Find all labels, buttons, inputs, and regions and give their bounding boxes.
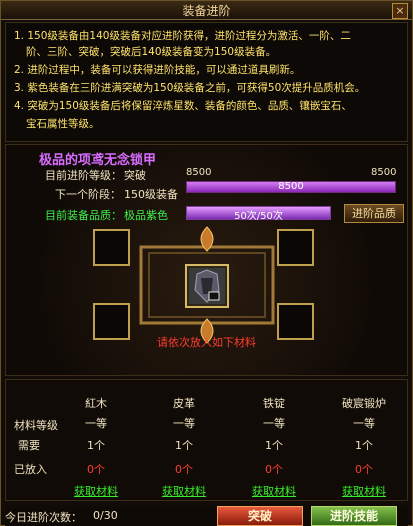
next-stage-value: 150级装备: [124, 188, 178, 201]
note-line-1: 1. 150级装备由140级装备对应进阶获得，进阶过程分为激活、一阶、二: [14, 30, 351, 42]
notes-panel: 1. 150级装备由140级装备对应进阶获得，进阶过程分为激活、一阶、二 阶、三…: [5, 22, 408, 142]
quality-bar-text: 50次/50次: [234, 211, 283, 222]
advance-progress-bar: 8500: [186, 181, 396, 193]
material-name-3: 铁锭: [263, 397, 285, 410]
get-material-link-4[interactable]: 获取材料: [336, 483, 392, 499]
advance-progress-text: 8500: [278, 181, 304, 192]
row-label-have: 已放入: [14, 463, 47, 476]
quality-label: 目前装备品质：: [45, 209, 122, 222]
note-line-3: 2. 进阶过程中，装备可以获得进阶技能，可以通过道具刷新。: [14, 64, 301, 76]
equipment-slot[interactable]: [185, 264, 229, 308]
material-need-1: 1个: [87, 439, 105, 452]
quality-value: 极品紫色: [124, 209, 168, 222]
material-need-3: 1个: [265, 439, 283, 452]
equipment-name: 极品的项鸢无念锁甲: [39, 153, 157, 168]
material-have-2: 0个: [175, 463, 193, 476]
daily-count-label: 今日进阶次数：: [5, 511, 82, 524]
advance-skill-button[interactable]: 进阶技能: [311, 506, 397, 526]
advance-quality-button[interactable]: 进阶品质: [344, 204, 404, 223]
material-level-1: 一等: [85, 417, 107, 430]
material-name-1: 紅木: [85, 397, 107, 410]
row-label-need: 需要: [18, 439, 40, 452]
material-level-4: 一等: [353, 417, 375, 430]
note-line-4: 3. 紫色装备在三阶进满突破为150级装备之前，可获得50次提升品质机会。: [14, 82, 366, 94]
material-need-4: 1个: [355, 439, 373, 452]
material-slot-2[interactable]: [277, 229, 314, 266]
material-level-3: 一等: [263, 417, 285, 430]
quality-bar: 50次/50次: [186, 206, 331, 222]
material-have-1: 0个: [87, 463, 105, 476]
current-stage-value: 突破: [124, 169, 146, 182]
row-label-level: 材料等级: [14, 419, 58, 432]
get-material-link-2[interactable]: 获取材料: [156, 483, 212, 499]
progress-right-value: 8500: [371, 167, 397, 178]
get-material-link-3[interactable]: 获取材料: [246, 483, 302, 499]
material-name-4: 破宸锻炉: [342, 397, 386, 410]
material-level-2: 一等: [173, 417, 195, 430]
progress-left-value: 8500: [186, 167, 212, 178]
equipment-advance-window: 装备进阶 × 1. 150级装备由140级装备对应进阶获得，进阶过程分为激活、一…: [0, 0, 413, 526]
note-line-6: 宝石属性等级。: [26, 118, 100, 130]
title-bar: 装备进阶 ×: [1, 1, 412, 20]
window-title: 装备进阶: [182, 4, 231, 18]
note-line-5: 4. 突破为150级装备后将保留淬炼星数、装备的颜色、品质、镶嵌宝石、: [14, 100, 352, 112]
close-icon[interactable]: ×: [392, 3, 408, 19]
get-material-link-1[interactable]: 获取材料: [68, 483, 124, 499]
note-line-2: 阶、三阶、突破，突破后140级装备变为150级装备。: [26, 46, 277, 58]
material-have-3: 0个: [265, 463, 283, 476]
next-stage-label: 下一个阶段：: [55, 188, 121, 201]
material-slot-1[interactable]: [93, 229, 130, 266]
footer-bar: 今日进阶次数： 0/30 突破 进阶技能: [5, 506, 408, 526]
material-hint: 请依次放入如下材料: [157, 336, 256, 349]
materials-table: 材料等级 需要 已放入 紅木 一等 1个 0个 获取材料 皮革 一等 1个 0个…: [5, 379, 408, 501]
breakthrough-button[interactable]: 突破: [217, 506, 303, 526]
daily-count-value: 0/30: [93, 509, 118, 522]
current-stage-label: 目前进阶等级：: [45, 169, 122, 182]
material-name-2: 皮革: [173, 397, 195, 410]
material-need-2: 1个: [175, 439, 193, 452]
armor-icon: [189, 268, 225, 304]
material-have-4: 0个: [355, 463, 373, 476]
